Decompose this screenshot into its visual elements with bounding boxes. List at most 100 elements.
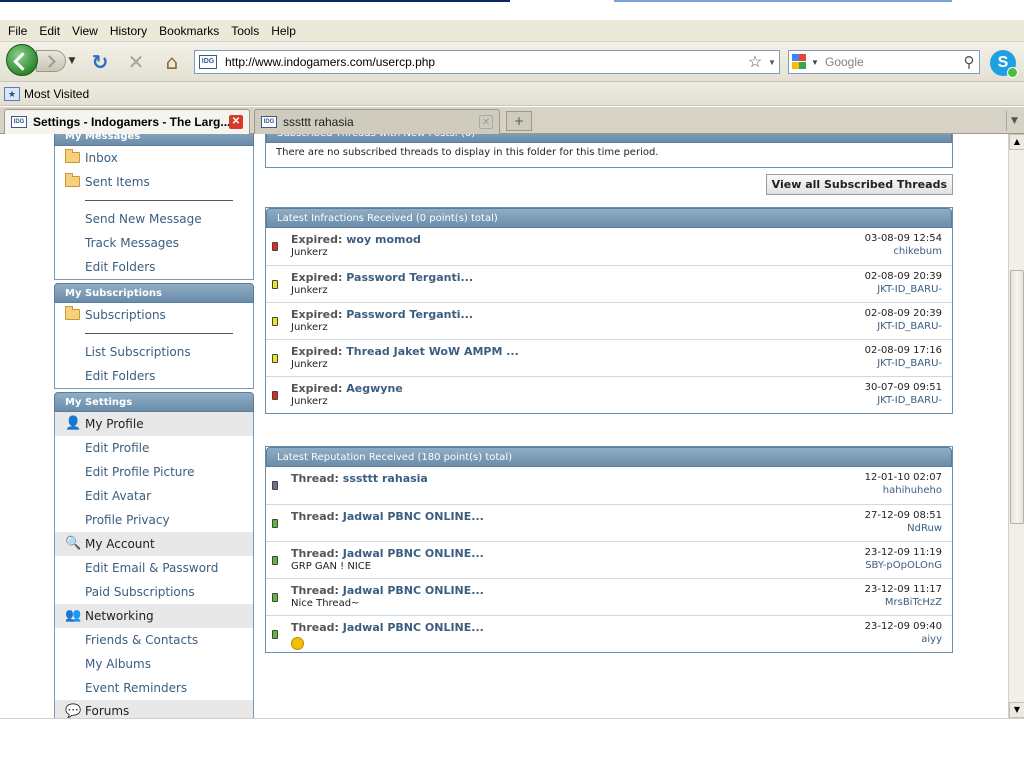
tab-settings[interactable]: IDG Settings - Indogamers - The Larg... … (4, 109, 250, 134)
menu-bookmarks[interactable]: Bookmarks (153, 24, 225, 38)
sidebar-item-event-reminders[interactable]: Event Reminders (55, 676, 253, 700)
close-tab-icon[interactable]: ✕ (229, 115, 243, 129)
sidebar-item-edit-profile-picture[interactable]: Edit Profile Picture (55, 460, 253, 484)
sidebar-group-my-profile[interactable]: 👤 My Profile (55, 412, 253, 436)
row-prefix: Thread: (291, 547, 339, 560)
sidebar-item-sent-items[interactable]: Sent Items (55, 170, 253, 194)
row-title[interactable]: Thread: Jadwal PBNC ONLINE... (291, 621, 942, 634)
row-title[interactable]: Expired: Aegwyne (291, 382, 942, 395)
row-title[interactable]: Expired: Thread Jaket WoW AMPM ... (291, 345, 942, 358)
search-engine-dropdown-icon[interactable]: ▼ (811, 58, 821, 67)
infraction-row: Expired: Thread Jaket WoW AMPM ... Junker… (266, 339, 952, 376)
home-icon[interactable]: ⌂ (160, 50, 184, 74)
new-tab-button[interactable]: + (506, 111, 532, 131)
row-user-link[interactable]: JKT-ID_BARU- (877, 321, 942, 332)
row-user-link[interactable]: SBY-pOpOLOnG (865, 560, 942, 571)
row-link[interactable]: woy momod (346, 233, 421, 246)
sidebar-item-profile-privacy[interactable]: Profile Privacy (55, 508, 253, 532)
history-dropdown-icon[interactable]: ▼ (66, 52, 78, 70)
row-user-link[interactable]: JKT-ID_BARU- (877, 395, 942, 406)
forward-button[interactable] (36, 50, 66, 72)
row-title[interactable]: Thread: sssttt rahasia (291, 472, 942, 485)
row-user-link[interactable]: chikebum (893, 246, 942, 257)
menu-history[interactable]: History (104, 24, 153, 38)
row-user-link[interactable]: aiyy (921, 634, 942, 645)
google-engine-icon[interactable] (789, 51, 811, 73)
menu-edit[interactable]: Edit (33, 24, 66, 38)
bookmark-star-icon[interactable]: ☆ (745, 52, 765, 72)
reputation-row: Thread: sssttt rahasia 12-01-10 02:07 hahi… (266, 467, 952, 504)
tab-list-dropdown-icon[interactable]: ▼ (1006, 111, 1022, 131)
row-user-link[interactable]: MrsBiTcHzZ (885, 597, 942, 608)
sidebar-group-label: Networking (85, 609, 154, 623)
menu-help[interactable]: Help (265, 24, 302, 38)
row-title[interactable]: Thread: Jadwal PBNC ONLINE... (291, 584, 942, 597)
scroll-thumb[interactable] (1010, 270, 1024, 524)
status-indicator-icon (272, 630, 278, 639)
search-bar[interactable]: ▼ Google ⚲ (788, 50, 980, 74)
scroll-up-icon[interactable]: ▲ (1009, 134, 1024, 150)
most-visited-folder[interactable]: Most Visited (24, 87, 89, 101)
row-link[interactable]: sssttt rahasia (343, 472, 428, 485)
search-icon[interactable]: ⚲ (959, 53, 979, 71)
reputation-row: Thread: Jadwal PBNC ONLINE... GRP GAN ! N… (266, 541, 952, 578)
address-bar[interactable]: IDG http://www.indogamers.com/usercp.php… (194, 50, 780, 74)
scroll-down-icon[interactable]: ▼ (1009, 702, 1024, 718)
tab-sssttt-rahasia[interactable]: IDG sssttt rahasia ✕ (254, 109, 500, 134)
row-title[interactable]: Expired: woy momod (291, 233, 942, 246)
menu-tools[interactable]: Tools (225, 24, 265, 38)
stop-icon[interactable]: ✕ (124, 50, 148, 74)
sidebar-item-subscriptions[interactable]: Subscriptions (55, 303, 253, 327)
sidebar-item-send-new-message[interactable]: Send New Message (55, 207, 253, 231)
row-prefix: Expired: (291, 345, 343, 358)
row-date: 02-08-09 20:39 (864, 271, 942, 282)
row-link[interactable]: Jadwal PBNC ONLINE... (343, 584, 484, 597)
sidebar-item-edit-avatar[interactable]: Edit Avatar (55, 484, 253, 508)
person-icon: 👤 (65, 416, 82, 431)
url-dropdown-icon[interactable]: ▼ (765, 58, 779, 67)
view-all-subscribed-button[interactable]: View all Subscribed Threads (765, 174, 953, 195)
row-link[interactable]: Jadwal PBNC ONLINE... (343, 547, 484, 560)
usercp-sidebar: My Messages Inbox Sent Items Send New Me… (54, 134, 254, 718)
sidebar-group-my-account[interactable]: 🔍 My Account (55, 532, 253, 556)
sidebar-item-my-albums[interactable]: My Albums (55, 652, 253, 676)
vertical-scrollbar[interactable]: ▲ ▼ (1008, 134, 1024, 718)
row-link[interactable]: Thread Jaket WoW AMPM ... (346, 345, 519, 358)
reload-icon[interactable]: ↻ (88, 50, 112, 74)
sidebar-item-edit-folders[interactable]: Edit Folders (55, 255, 253, 279)
menu-file[interactable]: File (2, 24, 33, 38)
search-input[interactable]: Google (821, 55, 959, 69)
sidebar-item-inbox[interactable]: Inbox (55, 146, 253, 170)
row-link[interactable]: Aegwyne (346, 382, 402, 395)
skype-icon[interactable]: S (990, 50, 1018, 78)
row-link[interactable]: Password Terganti... (346, 308, 473, 321)
sidebar-item-track-messages[interactable]: Track Messages (55, 231, 253, 255)
tab-favicon-icon: IDG (11, 116, 27, 128)
sidebar-item-list-subscriptions[interactable]: List Subscriptions (55, 340, 253, 364)
sidebar-item-edit-profile[interactable]: Edit Profile (55, 436, 253, 460)
sidebar-item-edit-folders-subs[interactable]: Edit Folders (55, 364, 253, 388)
row-user-link[interactable]: JKT-ID_BARU- (877, 358, 942, 369)
sidebar-group-forums[interactable]: 💬 Forums (55, 700, 253, 718)
sidebar-item-edit-email-password[interactable]: Edit Email & Password (55, 556, 253, 580)
sidebar-item-friends-contacts[interactable]: Friends & Contacts (55, 628, 253, 652)
row-user-link[interactable]: hahihuheho (883, 485, 942, 496)
row-title[interactable]: Thread: Jadwal PBNC ONLINE... (291, 547, 942, 560)
row-title[interactable]: Expired: Password Terganti... (291, 271, 942, 284)
url-input[interactable]: http://www.indogamers.com/usercp.php (225, 55, 745, 69)
row-user-link[interactable]: JKT-ID_BARU- (877, 284, 942, 295)
page-viewport: My Messages Inbox Sent Items Send New Me… (0, 134, 1008, 718)
row-title[interactable]: Thread: Jadwal PBNC ONLINE... (291, 510, 942, 523)
back-button[interactable] (6, 44, 38, 76)
close-tab-icon[interactable]: ✕ (479, 115, 493, 129)
menu-view[interactable]: View (66, 24, 104, 38)
sidebar-item-paid-subscriptions[interactable]: Paid Subscriptions (55, 580, 253, 604)
row-link[interactable]: Jadwal PBNC ONLINE... (343, 510, 484, 523)
row-title[interactable]: Expired: Password Terganti... (291, 308, 942, 321)
row-user-link[interactable]: NdRuw (907, 523, 942, 534)
row-comment: Junkerz (291, 359, 328, 370)
row-link[interactable]: Password Terganti... (346, 271, 473, 284)
row-link[interactable]: Jadwal PBNC ONLINE... (343, 621, 484, 634)
row-date: 30-07-09 09:51 (864, 382, 942, 393)
sidebar-group-networking[interactable]: 👥 Networking (55, 604, 253, 628)
